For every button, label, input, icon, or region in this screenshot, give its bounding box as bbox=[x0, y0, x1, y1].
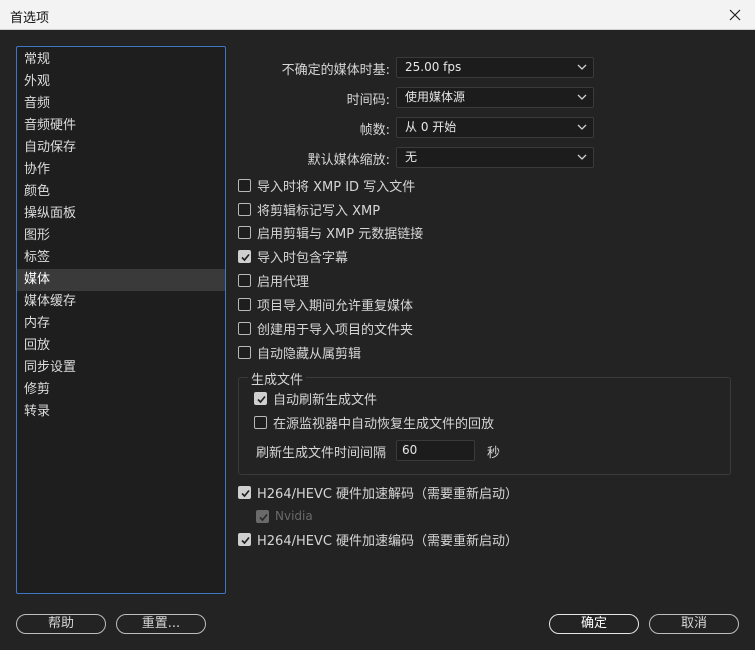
nvidia-checkbox bbox=[256, 509, 269, 523]
check-icon bbox=[241, 489, 250, 497]
clip-markers-checkbox[interactable] bbox=[238, 202, 251, 216]
sidebar-item-memory[interactable]: 内存 bbox=[17, 313, 225, 335]
enable-proxies-label: 启用代理 bbox=[257, 274, 310, 290]
timebase-label: 不确定的媒体时基: bbox=[281, 63, 390, 78]
sidebar-item-sync-settings[interactable]: 同步设置 bbox=[17, 357, 225, 379]
sidebar-item-collaboration[interactable]: 协作 bbox=[17, 159, 225, 181]
check-icon bbox=[257, 395, 266, 403]
create-folder-checkbox[interactable] bbox=[238, 321, 251, 335]
duplicate-media-label: 项目导入期间允许重复媒体 bbox=[257, 298, 414, 314]
auto-resume-checkbox[interactable] bbox=[254, 415, 267, 429]
hw-decode-label: H264/HEVC 硬件加速解码（需要重新启动） bbox=[257, 486, 519, 502]
chevron-down-icon bbox=[577, 64, 587, 70]
timecode-label: 时间码: bbox=[346, 93, 390, 108]
sidebar-item-autosave[interactable]: 自动保存 bbox=[17, 137, 225, 159]
include-captions-checkbox[interactable] bbox=[238, 249, 251, 263]
write-xmp-row[interactable]: 导入时将 XMP ID 写入文件 bbox=[238, 175, 415, 195]
refresh-interval-input[interactable]: 60 bbox=[396, 440, 475, 461]
sidebar-item-appearance[interactable]: 外观 bbox=[17, 71, 225, 93]
cancel-button[interactable]: 取消 bbox=[649, 614, 739, 634]
chevron-down-icon bbox=[577, 154, 587, 160]
xmp-link-label: 启用剪辑与 XMP 元数据链接 bbox=[257, 226, 424, 242]
sidebar-item-general[interactable]: 常规 bbox=[17, 49, 225, 71]
check-icon bbox=[241, 253, 250, 261]
default-scaling-value: 无 bbox=[405, 150, 418, 164]
check-icon bbox=[241, 536, 250, 544]
refresh-interval-unit: 秒 bbox=[487, 446, 501, 461]
frame-count-label: 帧数: bbox=[359, 123, 390, 138]
clip-markers-row[interactable]: 将剪辑标记写入 XMP bbox=[238, 199, 380, 219]
frame-count-value: 从 0 开始 bbox=[405, 120, 457, 134]
hw-encode-label: H264/HEVC 硬件加速编码（需要重新启动） bbox=[257, 533, 519, 549]
hide-subclips-checkbox[interactable] bbox=[238, 345, 251, 359]
auto-resume-row[interactable]: 在源监视器中自动恢复生成文件的回放 bbox=[254, 412, 494, 432]
sidebar-item-audio[interactable]: 音频 bbox=[17, 93, 225, 115]
growing-files-title: 生成文件 bbox=[248, 369, 307, 388]
write-xmp-checkbox[interactable] bbox=[238, 178, 251, 192]
sidebar-item-color[interactable]: 颜色 bbox=[17, 181, 225, 203]
duplicate-media-row[interactable]: 项目导入期间允许重复媒体 bbox=[238, 294, 413, 314]
sidebar-item-media-cache[interactable]: 媒体缓存 bbox=[17, 291, 225, 313]
auto-refresh-row[interactable]: 自动刷新生成文件 bbox=[254, 388, 377, 408]
hw-encode-row[interactable]: H264/HEVC 硬件加速编码（需要重新启动） bbox=[238, 529, 518, 549]
hide-subclips-label: 自动隐藏从属剪辑 bbox=[257, 346, 362, 362]
sidebar-item-trim[interactable]: 修剪 bbox=[17, 379, 225, 401]
xmp-link-checkbox[interactable] bbox=[238, 225, 251, 239]
check-icon bbox=[259, 513, 268, 521]
timebase-value: 25.00 fps bbox=[405, 60, 462, 74]
auto-refresh-label: 自动刷新生成文件 bbox=[273, 392, 378, 408]
help-button[interactable]: 帮助 bbox=[16, 614, 106, 634]
window-title: 首选项 bbox=[10, 11, 50, 26]
category-list: 常规 外观 音频 音频硬件 自动保存 协作 颜色 操纵面板 图形 标签 媒体 媒… bbox=[16, 46, 226, 594]
sidebar-item-transcription[interactable]: 转录 bbox=[17, 401, 225, 423]
hw-decode-row[interactable]: H264/HEVC 硬件加速解码（需要重新启动） bbox=[238, 482, 518, 502]
hw-encode-checkbox[interactable] bbox=[238, 532, 251, 546]
clip-markers-label: 将剪辑标记写入 XMP bbox=[257, 203, 381, 219]
sidebar-item-labels[interactable]: 标签 bbox=[17, 247, 225, 269]
nvidia-label: Nvidia bbox=[275, 509, 313, 523]
xmp-link-row[interactable]: 启用剪辑与 XMP 元数据链接 bbox=[238, 222, 423, 242]
title-bar: 首选项 bbox=[0, 0, 755, 30]
sidebar-item-playback[interactable]: 回放 bbox=[17, 335, 225, 357]
sidebar-item-media[interactable]: 媒体 bbox=[17, 269, 225, 291]
enable-proxies-checkbox[interactable] bbox=[238, 273, 251, 287]
create-folder-label: 创建用于导入项目的文件夹 bbox=[257, 322, 414, 338]
hw-decode-checkbox[interactable] bbox=[238, 485, 251, 499]
reset-button[interactable]: 重置... bbox=[116, 614, 206, 634]
default-scaling-label: 默认媒体缩放: bbox=[307, 153, 390, 168]
close-icon bbox=[729, 9, 741, 21]
chevron-down-icon bbox=[577, 124, 587, 130]
ok-button[interactable]: 确定 bbox=[549, 614, 639, 634]
frame-count-dropdown[interactable]: 从 0 开始 bbox=[396, 117, 594, 138]
enable-proxies-row[interactable]: 启用代理 bbox=[238, 270, 309, 290]
include-captions-label: 导入时包含字幕 bbox=[257, 250, 349, 266]
duplicate-media-checkbox[interactable] bbox=[238, 297, 251, 311]
refresh-interval-label: 刷新生成文件时间间隔 bbox=[256, 446, 387, 461]
default-scaling-dropdown[interactable]: 无 bbox=[396, 147, 594, 168]
create-folder-row[interactable]: 创建用于导入项目的文件夹 bbox=[238, 318, 413, 338]
timecode-value: 使用媒体源 bbox=[405, 90, 466, 104]
sidebar-item-control-surface[interactable]: 操纵面板 bbox=[17, 203, 225, 225]
sidebar-item-audio-hardware[interactable]: 音频硬件 bbox=[17, 115, 225, 137]
timebase-dropdown[interactable]: 25.00 fps bbox=[396, 57, 594, 78]
sidebar-item-graphics[interactable]: 图形 bbox=[17, 225, 225, 247]
write-xmp-label: 导入时将 XMP ID 写入文件 bbox=[257, 179, 416, 195]
nvidia-row: Nvidia bbox=[256, 506, 313, 526]
close-button[interactable] bbox=[715, 0, 755, 30]
timecode-dropdown[interactable]: 使用媒体源 bbox=[396, 87, 594, 108]
include-captions-row[interactable]: 导入时包含字幕 bbox=[238, 246, 348, 266]
chevron-down-icon bbox=[577, 94, 587, 100]
hide-subclips-row[interactable]: 自动隐藏从属剪辑 bbox=[238, 342, 361, 362]
auto-refresh-checkbox[interactable] bbox=[254, 391, 267, 405]
auto-resume-label: 在源监视器中自动恢复生成文件的回放 bbox=[273, 416, 495, 432]
